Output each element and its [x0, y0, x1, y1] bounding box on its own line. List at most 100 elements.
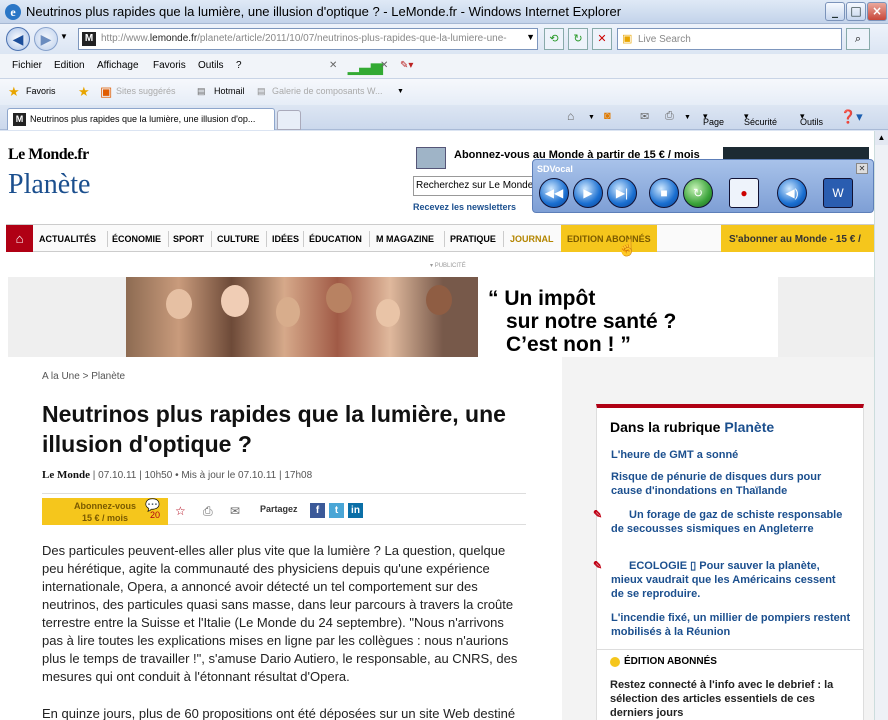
nav-sport[interactable]: SPORT [173, 234, 204, 244]
page-menu[interactable]: Page ▾ [703, 111, 724, 127]
forward-button[interactable]: ▶ [34, 27, 58, 51]
search-placeholder: Live Search [638, 34, 691, 45]
stop-icon[interactable]: ■ [649, 178, 679, 208]
email-icon[interactable]: ✉ [230, 504, 240, 518]
ad-crowd-image[interactable] [126, 277, 478, 357]
nav-culture[interactable]: CULTURE [217, 234, 259, 244]
article-paragraph-1: Des particules peuvent-elles aller plus … [42, 543, 518, 684]
close-toolbar-icon[interactable]: ✕ [329, 60, 337, 71]
search-box[interactable]: ▣ Live Search [617, 28, 842, 50]
outils-menu[interactable]: Outils ▾ [800, 111, 823, 127]
mail-icon[interactable]: ✉ [640, 110, 649, 123]
rewind-icon[interactable]: ◀◀ [539, 178, 569, 208]
home-icon[interactable]: ⌂ [567, 109, 574, 123]
sidebar-link-3[interactable]: ✎ Un forage de gaz de schiste responsable… [593, 508, 851, 536]
menu-affichage[interactable]: Affichage [97, 60, 139, 71]
vertical-scrollbar[interactable]: ▲ [874, 131, 888, 720]
menu-favoris[interactable]: Favoris [153, 60, 186, 71]
hotmail-icon: ▤ [197, 86, 206, 96]
menu-help[interactable]: ? [236, 60, 242, 71]
edition-heading: ÉDITION ABONNÉS [624, 656, 717, 667]
refresh-icon[interactable]: ↻ [568, 28, 588, 50]
nav-education[interactable]: ÉDUCATION [309, 234, 362, 244]
word-icon[interactable]: W [823, 178, 853, 208]
search-icon[interactable]: ⌕ [846, 28, 870, 50]
nav-actualites[interactable]: ACTUALITÉS [39, 234, 96, 244]
favorites-star-icon[interactable]: ★ [8, 84, 20, 100]
close-button[interactable]: × [867, 2, 887, 21]
breadcrumb[interactable]: A la Une > Planète [42, 371, 125, 382]
edition-bullet-icon [610, 657, 620, 667]
minimize-button[interactable]: _ [825, 2, 845, 21]
web-slice-gallery-link[interactable]: Galerie de composants W... [272, 86, 383, 96]
section-title[interactable]: Planète [8, 169, 90, 201]
edition-text[interactable]: Restez connecté à l'info avec le debrief… [610, 678, 858, 720]
menu-edition[interactable]: Edition [54, 60, 85, 71]
sidebar-link-4[interactable]: ✎ ECOLOGIE ▯ Pour sauver la planète, mieu… [593, 559, 851, 601]
ad-line-3: C’est non ! ” [506, 333, 631, 356]
tab-title: Neutrinos plus rapides que la lumière, u… [30, 114, 256, 124]
back-button[interactable]: ◀ [6, 27, 30, 51]
window-titlebar: e Neutrinos plus rapides que la lumière,… [0, 0, 888, 24]
browser-tab[interactable]: M Neutrinos plus rapides que la lumière,… [7, 108, 275, 130]
securite-menu[interactable]: Sécurité ▾ [744, 111, 777, 127]
print-icon[interactable]: ⎙ [203, 504, 213, 519]
translate-icon[interactable]: ✎▾ [400, 60, 413, 71]
hotmail-link[interactable]: Hotmail [214, 86, 245, 96]
play-next-icon[interactable]: ▶| [607, 178, 637, 208]
address-bar[interactable]: M http://www.lemonde.fr/planete/article/… [78, 28, 538, 50]
newspaper-icon [416, 147, 446, 169]
ad-line-1: “ Un impôt [488, 287, 596, 310]
menu-outils[interactable]: Outils [198, 60, 224, 71]
maximize-button[interactable]: □ [846, 2, 866, 21]
help-icon[interactable]: ❓▾ [840, 109, 863, 125]
article-meta: Le Monde | 07.10.11 | 10h50 • Mis à jour… [42, 469, 312, 481]
facebook-icon[interactable]: f [310, 503, 325, 518]
new-tab-button[interactable] [277, 110, 301, 130]
add-favorite-icon[interactable]: ★ [78, 84, 90, 100]
favoris-button[interactable]: Favoris [26, 86, 56, 96]
sdvocal-toolbar[interactable]: SDVocal ✕ ◀◀ ▶ ▶| ■ ↻ ● ◀) W [532, 159, 874, 213]
print-icon[interactable]: ⎙ [665, 110, 674, 123]
twitter-icon[interactable]: t [329, 503, 344, 518]
newsletters-link[interactable]: Recevez les newsletters [413, 202, 516, 212]
nav-m-magazine[interactable]: M MAGAZINE [376, 234, 434, 244]
sidebar-link-2[interactable]: Risque de pénurie de disques durs pour c… [611, 470, 851, 498]
nav-journal[interactable]: JOURNAL [510, 234, 554, 244]
menu-bar: Fichier Edition Affichage Favoris Outils… [0, 54, 888, 79]
repeat-icon[interactable]: ↻ [683, 178, 713, 208]
play-icon[interactable]: ▶ [573, 178, 603, 208]
sdvocal-title: SDVocal [537, 164, 573, 174]
ad-label: ▾ PUBLICITÉ [430, 263, 466, 269]
live-search-icon: ▣ [622, 33, 633, 45]
ad-text-block[interactable]: “ Un impôt sur notre santé ? C’est non !… [478, 277, 778, 357]
stop-icon[interactable]: ✕ [592, 28, 612, 50]
comments-count: 20 [150, 510, 161, 520]
lemonde-logo[interactable]: Le Monde.fr [8, 146, 89, 164]
compatibility-icon[interactable]: ⟲ [544, 28, 564, 50]
home-icon[interactable]: ⌂ [6, 225, 33, 252]
nav-pratique[interactable]: PRATIQUE [450, 234, 496, 244]
menu-fichier[interactable]: Fichier [12, 60, 42, 71]
record-icon[interactable]: ● [729, 178, 759, 208]
print-dropdown-icon[interactable]: ▼ [684, 114, 691, 121]
subscribe-link[interactable]: S'abonner au Monde - 15 € / [721, 225, 874, 252]
history-dropdown-icon[interactable]: ▼ [60, 32, 68, 41]
rss-icon[interactable]: ◙ [604, 110, 611, 122]
linkedin-icon[interactable]: in [348, 503, 363, 518]
favorite-star-icon[interactable]: ☆ [175, 504, 186, 518]
scroll-up-icon[interactable]: ▲ [875, 131, 888, 145]
home-dropdown-icon[interactable]: ▼ [588, 114, 595, 121]
close-toolbar2-icon[interactable]: ✕ [380, 60, 388, 71]
speaker-icon[interactable]: ◀) [777, 178, 807, 208]
nav-economie[interactable]: ÉCONOMIE [112, 234, 161, 244]
sidebar-link-5[interactable]: L'incendie fixé, un millier de pompiers … [611, 611, 851, 639]
suggested-sites-link[interactable]: Sites suggérés [116, 86, 176, 96]
nav-edition-abonnes[interactable]: EDITION ABONNÉS [561, 225, 657, 252]
nav-idees[interactable]: IDÉES [272, 234, 299, 244]
address-dropdown-icon[interactable]: ▼ [526, 32, 535, 42]
site-search-input[interactable]: Recherchez sur Le Monde [413, 176, 543, 196]
sidebar-link-1[interactable]: L'heure de GMT a sonné [611, 448, 851, 462]
gallery-dropdown-icon[interactable]: ▼ [397, 88, 404, 95]
sdvocal-close-button[interactable]: ✕ [856, 163, 868, 174]
